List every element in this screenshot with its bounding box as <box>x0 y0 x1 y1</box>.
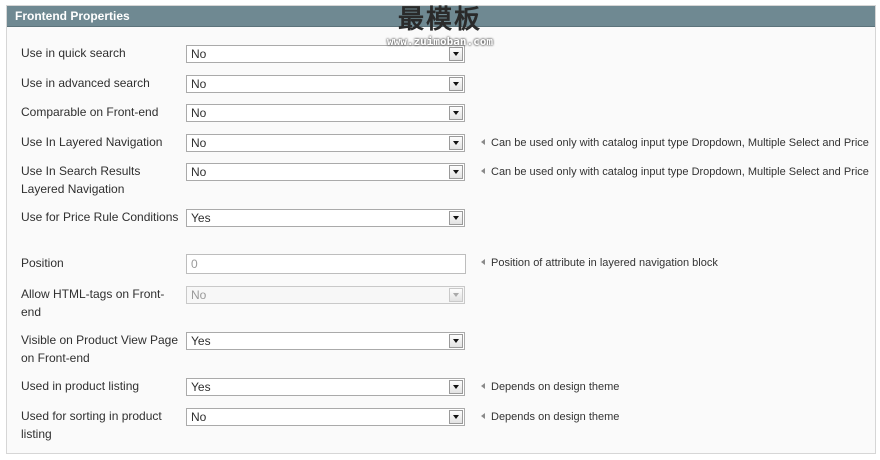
field-label: Comparable on Front-end <box>21 105 159 119</box>
advanced-search-select[interactable]: No <box>186 75 465 93</box>
field-label: Use in quick search <box>21 46 126 60</box>
layered-navigation-select[interactable]: No <box>186 134 465 152</box>
watermark-url: www.zuimoban.com <box>387 35 493 48</box>
chevron-down-icon[interactable] <box>449 334 463 348</box>
select-value: Yes <box>191 334 211 348</box>
caret-left-icon <box>481 383 485 389</box>
field-note: Position of attribute in layered navigat… <box>481 256 718 270</box>
chevron-down-icon[interactable] <box>449 77 463 91</box>
comparable-select[interactable]: No <box>186 104 465 122</box>
field-note: Can be used only with catalog input type… <box>481 136 869 150</box>
price-rule-conditions-select[interactable]: Yes <box>186 209 465 227</box>
select-value: No <box>191 165 207 179</box>
chevron-down-icon[interactable] <box>449 380 463 394</box>
field-note-text: Can be used only with catalog input type… <box>491 166 869 178</box>
field-note: Depends on design theme <box>481 410 619 424</box>
watermark: 最模板 www.zuimoban.com <box>365 4 515 48</box>
select-value: No <box>191 47 207 61</box>
field-label: Use for Price Rule Conditions <box>21 210 179 224</box>
chevron-down-icon[interactable] <box>449 106 463 120</box>
field-label: Allow HTML-tags on Front-end <box>21 287 165 319</box>
field-note-text: Position of attribute in layered navigat… <box>491 257 718 269</box>
chevron-down-icon[interactable] <box>449 211 463 225</box>
select-value: Yes <box>191 380 211 394</box>
field-note: Depends on design theme <box>481 380 619 394</box>
frontend-properties-fieldset: Frontend Properties Use in quick search … <box>6 5 876 454</box>
chevron-down-icon <box>449 288 463 302</box>
caret-left-icon <box>481 259 485 265</box>
select-value: No <box>191 410 207 424</box>
chevron-down-icon[interactable] <box>449 136 463 150</box>
field-note: Can be used only with catalog input type… <box>481 165 869 179</box>
field-label: Use In Search Results Layered Navigation <box>21 164 141 196</box>
select-value: No <box>191 136 207 150</box>
select-value: No <box>191 77 207 91</box>
used-for-sorting-select[interactable]: No <box>186 408 465 426</box>
visible-on-product-view-select[interactable]: Yes <box>186 332 465 350</box>
position-input[interactable]: 0 <box>186 254 466 274</box>
caret-left-icon <box>481 139 485 145</box>
field-note-text: Depends on design theme <box>491 411 620 423</box>
watermark-title: 最模板 <box>397 5 482 35</box>
field-label: Used for sorting in product listing <box>21 409 162 441</box>
field-label: Use In Layered Navigation <box>21 135 163 149</box>
used-in-product-listing-select[interactable]: Yes <box>186 378 465 396</box>
field-label: Visible on Product View Page on Front-en… <box>21 333 178 365</box>
select-value: Yes <box>191 211 211 225</box>
field-note-text: Can be used only with catalog input type… <box>491 137 869 149</box>
select-value: No <box>191 106 207 120</box>
field-label: Use in advanced search <box>21 76 150 90</box>
select-value: No <box>191 288 207 302</box>
field-label: Position <box>21 256 64 270</box>
search-results-layered-navigation-select[interactable]: No <box>186 163 465 181</box>
chevron-down-icon[interactable] <box>449 47 463 61</box>
field-label: Used in product listing <box>21 379 140 393</box>
chevron-down-icon[interactable] <box>449 165 463 179</box>
caret-left-icon <box>481 413 485 419</box>
allow-html-tags-select: No <box>186 286 465 304</box>
caret-left-icon <box>481 168 485 174</box>
chevron-down-icon[interactable] <box>449 410 463 424</box>
field-note-text: Depends on design theme <box>491 381 620 393</box>
